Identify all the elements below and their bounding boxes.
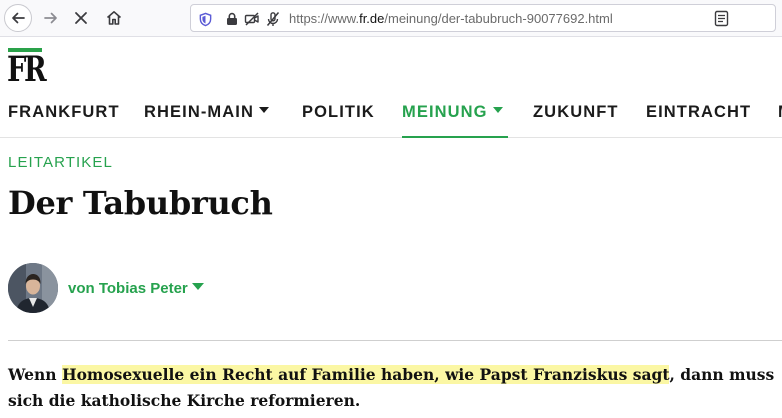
- url-text[interactable]: https://www.fr.de/meinung/der-tabubruch-…: [289, 11, 613, 27]
- lead-highlight: Homosexuelle ein Recht auf Familie haben…: [61, 365, 670, 384]
- nav-item-meinung[interactable]: MEINUNG: [402, 102, 503, 122]
- active-nav-indicator: [402, 136, 508, 138]
- lead-text-start: Wenn: [8, 365, 62, 384]
- article-headline: Der Tabubruch: [8, 184, 273, 222]
- nav-label: ZUKUNFT: [533, 103, 619, 121]
- nav-label: RHEIN-MAIN: [144, 103, 254, 121]
- camera-blocked-icon[interactable]: [244, 11, 260, 27]
- reader-view-icon[interactable]: [713, 10, 729, 26]
- chevron-down-icon: [191, 283, 204, 290]
- author-avatar[interactable]: [8, 263, 58, 313]
- home-icon: [106, 11, 122, 25]
- author-name: von Tobias Peter: [68, 280, 188, 297]
- nav-label: POLITIK: [302, 103, 375, 121]
- back-icon: [12, 12, 25, 24]
- article-kicker[interactable]: LEITARTIKEL: [8, 154, 113, 172]
- nav-item-politik[interactable]: POLITIK: [302, 102, 375, 122]
- stop-icon: [75, 12, 87, 24]
- nav-item-eintracht[interactable]: EINTRACHT: [646, 102, 751, 122]
- nav-label: FRANKFURT: [8, 103, 120, 121]
- forward-icon: [44, 12, 57, 24]
- nav-item-rhein-main[interactable]: RHEIN-MAIN: [144, 102, 269, 122]
- forward-button[interactable]: [37, 4, 65, 32]
- nav-label: MEINUNG: [402, 103, 488, 121]
- author-link[interactable]: von Tobias Peter: [68, 280, 204, 298]
- lock-icon[interactable]: [224, 11, 240, 27]
- nav-label: M: [778, 103, 782, 121]
- nav-item-frankfurt[interactable]: FRANKFURT: [8, 102, 120, 122]
- url-path: /meinung/der-tabubruch-90077692.html: [384, 11, 613, 26]
- url-domain: fr.de: [359, 11, 385, 26]
- nav-label: EINTRACHT: [646, 103, 752, 121]
- browser-toolbar: https://www.fr.de/meinung/der-tabubruch-…: [0, 0, 782, 37]
- main-navigation: FRANKFURT RHEIN-MAIN POLITIK MEINUNG ZUK…: [0, 96, 782, 138]
- shield-icon[interactable]: [197, 11, 213, 27]
- nav-item-cut-off[interactable]: M: [778, 102, 782, 122]
- url-bar[interactable]: https://www.fr.de/meinung/der-tabubruch-…: [190, 4, 776, 32]
- stop-button[interactable]: [67, 4, 95, 32]
- mic-blocked-icon[interactable]: [265, 11, 281, 27]
- home-button[interactable]: [100, 4, 128, 32]
- url-scheme: https://www.: [289, 11, 360, 26]
- byline-divider: [8, 340, 782, 341]
- article-lead: Wenn Homosexuelle ein Recht auf Familie …: [8, 362, 782, 414]
- chevron-down-icon: [259, 107, 269, 113]
- nav-item-zukunft[interactable]: ZUKUNFT: [533, 102, 619, 122]
- site-logo[interactable]: FR: [7, 52, 47, 88]
- chevron-down-icon: [492, 107, 503, 113]
- back-button[interactable]: [4, 4, 32, 32]
